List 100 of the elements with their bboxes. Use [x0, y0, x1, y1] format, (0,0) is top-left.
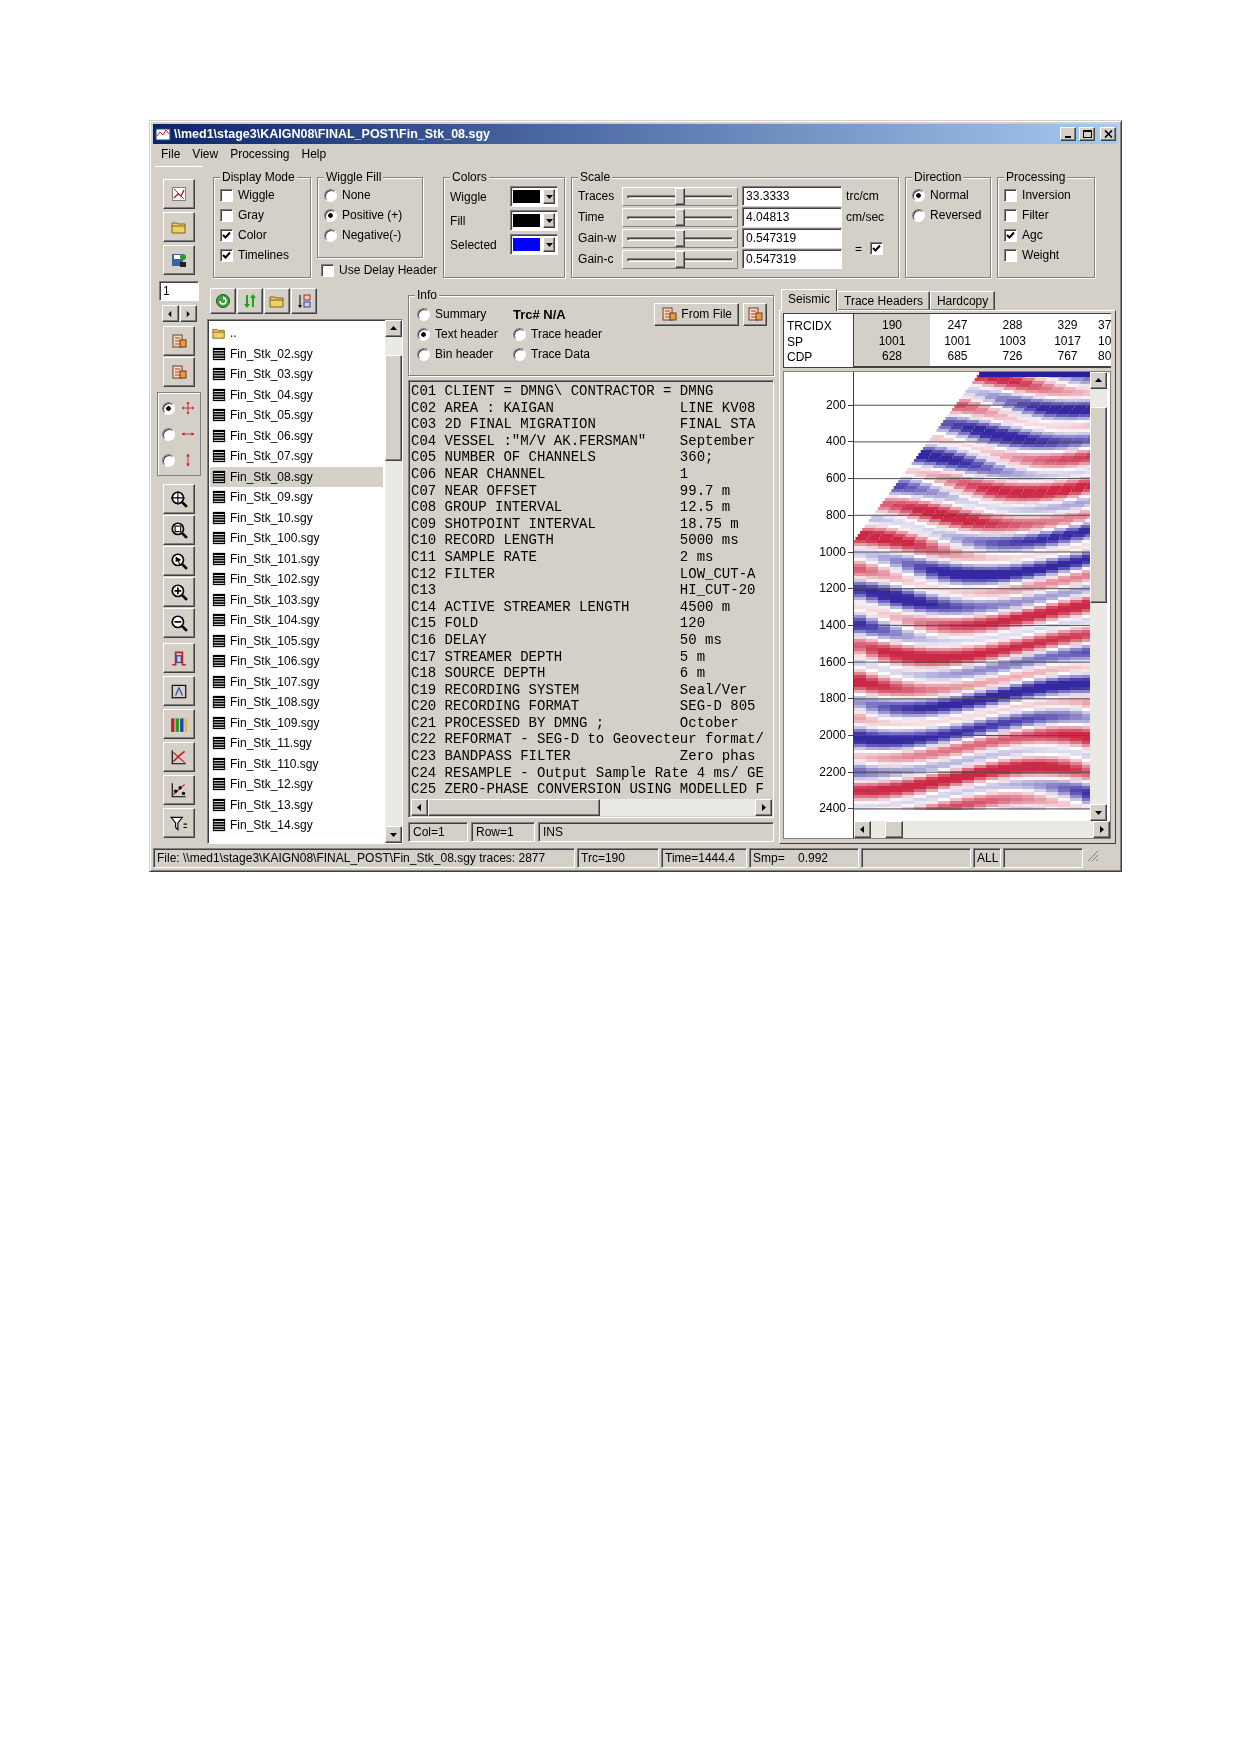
checkbox[interactable] [321, 263, 334, 277]
document-button[interactable] [163, 326, 195, 356]
value-field[interactable]: 0.547319 [742, 228, 843, 248]
scroll-down-button[interactable] [1090, 804, 1107, 821]
scroll-up-button[interactable] [385, 320, 402, 337]
list-item[interactable]: Fin_Stk_09.sgy [210, 487, 383, 508]
list-item[interactable]: Fin_Stk_103.sgy [210, 589, 383, 610]
zoom-in-button[interactable] [163, 577, 195, 607]
vertical-scrollbar[interactable] [1090, 372, 1107, 821]
scrollbar-thumb[interactable] [885, 821, 903, 838]
checkbox[interactable] [220, 188, 233, 202]
list-item[interactable]: Fin_Stk_13.sgy [210, 794, 383, 815]
color-dropdown[interactable] [510, 234, 559, 255]
menu-item[interactable]: Help [295, 145, 333, 163]
list-item[interactable]: Fin_Stk_02.sgy [210, 343, 383, 364]
vertical-scrollbar[interactable] [385, 320, 402, 843]
pulse-button[interactable] [163, 643, 195, 673]
checkbox[interactable] [1004, 188, 1018, 202]
tab[interactable]: Hardcopy [929, 291, 996, 310]
folder-button[interactable] [163, 212, 195, 242]
tab[interactable]: Seismic [781, 289, 837, 311]
refresh-button[interactable] [210, 288, 236, 314]
slider-track[interactable] [622, 228, 739, 248]
tab[interactable]: Trace Headers [837, 291, 930, 310]
scroll-right-button[interactable] [1093, 821, 1110, 838]
folder-button[interactable] [264, 288, 290, 314]
zoom-box-button[interactable] [163, 515, 195, 545]
color-dropdown[interactable] [510, 210, 559, 231]
slider-thumb[interactable] [675, 229, 686, 247]
radio-button[interactable] [162, 453, 175, 467]
list-item[interactable]: Fin_Stk_10.sgy [210, 507, 383, 528]
scrollbar-thumb[interactable] [428, 799, 600, 816]
sort-button[interactable] [291, 288, 317, 314]
list-item[interactable]: Fin_Stk_05.sgy [210, 405, 383, 426]
radio-button[interactable] [912, 208, 926, 222]
value-field[interactable]: 33.3333 [742, 186, 843, 206]
horizontal-scrollbar[interactable] [854, 821, 1110, 838]
trace-number-field[interactable]: 1 [159, 281, 199, 301]
slider-track[interactable] [622, 249, 739, 269]
radio-button[interactable] [417, 327, 430, 341]
checkbox[interactable] [220, 248, 233, 262]
scroll-left-button[interactable] [854, 821, 871, 838]
list-item[interactable]: Fin_Stk_102.sgy [210, 569, 383, 590]
value-field[interactable]: 4.04813 [742, 207, 843, 227]
list-item[interactable]: Fin_Stk_07.sgy [210, 446, 383, 467]
radio-button[interactable] [912, 188, 926, 202]
checkbox[interactable] [870, 242, 884, 255]
scroll-up-button[interactable] [1090, 372, 1107, 389]
list-item[interactable]: Fin_Stk_06.sgy [210, 425, 383, 446]
document-button[interactable] [743, 302, 767, 326]
menu-item[interactable]: File [155, 145, 187, 163]
color-bars-button[interactable] [163, 709, 195, 739]
slider-thumb[interactable] [675, 250, 686, 268]
left-arrow-button[interactable] [161, 305, 179, 322]
scroll-down-button[interactable] [385, 826, 402, 843]
list-item[interactable]: Fin_Stk_100.sgy [210, 528, 383, 549]
disk-button[interactable] [163, 245, 195, 275]
list-item[interactable]: Fin_Stk_110.sgy [210, 753, 383, 774]
from-file-button[interactable]: From File [654, 302, 739, 326]
minimize-button[interactable] [1060, 127, 1076, 141]
zoom-crosshair-button[interactable] [163, 484, 195, 514]
list-item[interactable]: Fin_Stk_14.sgy [210, 815, 383, 836]
checkbox[interactable] [1004, 208, 1018, 222]
line-chart-button[interactable] [163, 742, 195, 772]
maximize-button[interactable] [1079, 127, 1095, 141]
horizontal-scrollbar[interactable] [411, 799, 772, 816]
scroll-left-button[interactable] [411, 799, 428, 816]
scroll-right-button[interactable] [755, 799, 772, 816]
slider-track[interactable] [622, 207, 739, 227]
slider-track[interactable] [622, 186, 739, 206]
close-button[interactable] [1100, 127, 1116, 141]
list-item[interactable]: Fin_Stk_101.sgy [210, 548, 383, 569]
color-dropdown[interactable] [510, 186, 559, 207]
radio-button[interactable] [324, 188, 337, 202]
checkbox[interactable] [220, 228, 233, 242]
list-item[interactable]: Fin_Stk_04.sgy [210, 384, 383, 405]
checkbox[interactable] [1004, 248, 1018, 262]
list-item[interactable]: Fin_Stk_08.sgy [210, 466, 383, 487]
radio-button[interactable] [162, 427, 175, 441]
chart-button[interactable] [163, 179, 195, 209]
scatter-plot-button[interactable] [163, 775, 195, 805]
radio-button[interactable] [417, 347, 430, 361]
list-item[interactable]: Fin_Stk_11.sgy [210, 733, 383, 754]
menu-item[interactable]: Processing [224, 145, 296, 163]
menu-item[interactable]: View [186, 145, 225, 163]
zoom-pointer-button[interactable] [163, 546, 195, 576]
filter-button[interactable] [163, 808, 195, 838]
scrollbar-thumb[interactable] [385, 355, 402, 461]
frame-button[interactable] [163, 676, 195, 706]
checkbox[interactable] [1004, 228, 1018, 242]
checkbox[interactable] [220, 208, 233, 222]
slider-thumb[interactable] [675, 208, 686, 226]
right-arrow-button[interactable] [179, 305, 197, 322]
scrollbar-thumb[interactable] [1090, 407, 1107, 603]
list-item[interactable]: Fin_Stk_108.sgy [210, 692, 383, 713]
list-item[interactable]: Fin_Stk_105.sgy [210, 630, 383, 651]
list-item[interactable]: Fin_Stk_104.sgy [210, 610, 383, 631]
zoom-out-button[interactable] [163, 608, 195, 638]
radio-button[interactable] [324, 208, 337, 222]
list-item[interactable]: .. [210, 323, 383, 344]
